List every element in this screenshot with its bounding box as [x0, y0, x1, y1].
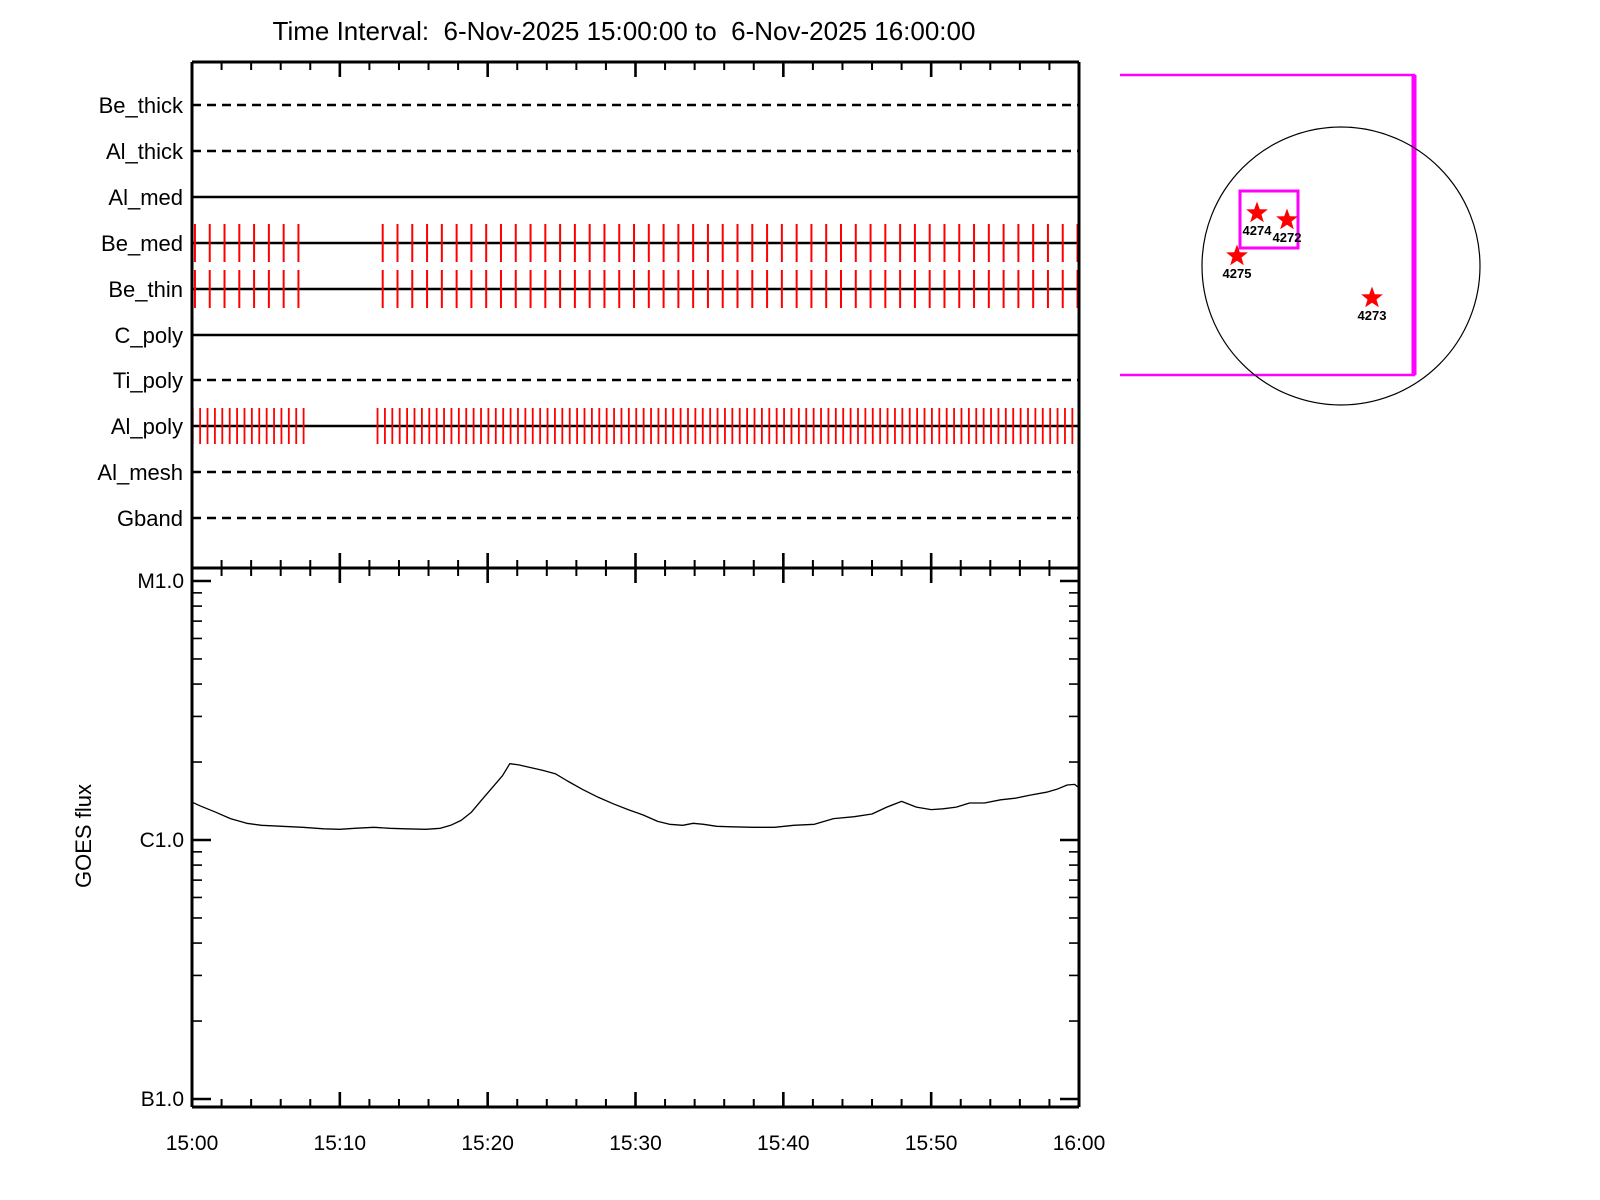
- plot-svg: Time Interval: 6-Nov-2025 15:00:00 to 6-…: [71, 16, 1481, 1155]
- active-region-4275: 4275: [1223, 244, 1252, 281]
- goes-y-axis: M1.0 C1.0 B1.0: [137, 570, 1079, 1111]
- goes-flux-curve: [191, 763, 1080, 830]
- filter-row-label: Al_thick: [106, 139, 184, 164]
- x-tick-label: 16:00: [1053, 1132, 1106, 1155]
- filter-row-C_poly: C_poly: [115, 323, 1079, 348]
- active-region-label-4272: 4272: [1273, 230, 1302, 245]
- filter-row-Be_thick: Be_thick: [99, 93, 1079, 118]
- x-tick-label: 15:20: [461, 1132, 514, 1155]
- filter-timeline-panel: Be_thick Al_thick Al_med Be_med Be_thin C_pol…: [97, 93, 1079, 531]
- filter-row-Al_mesh: Al_mesh: [97, 460, 1079, 485]
- goes-y-tick-label: M1.0: [137, 570, 184, 593]
- active-region-star-4272: [1276, 208, 1298, 230]
- solar-disk-inset: 4274 4272 4275 4273: [1120, 73, 1481, 406]
- filter-row-label: Al_poly: [111, 414, 183, 439]
- filter-row-Al_med: Al_med: [108, 185, 1079, 210]
- x-tick-label: 15:00: [166, 1132, 219, 1155]
- filter-row-label: Ti_poly: [113, 368, 183, 393]
- filter-row-label: Be_thick: [99, 93, 184, 118]
- panel-frames: [190, 60, 1081, 1109]
- goes-y-tick-label: B1.0: [141, 1088, 184, 1111]
- x-axis-labels: 15:00 15:10 15:20 15:30 15:40 15:50 16:00: [166, 1132, 1106, 1155]
- filter-row-label: C_poly: [115, 323, 183, 348]
- xrt-goes-timeline-screenshot: Time Interval: 6-Nov-2025 15:00:00 to 6-…: [0, 0, 1600, 1200]
- page-title: Time Interval: 6-Nov-2025 15:00:00 to 6-…: [273, 16, 976, 46]
- goes-y-tick-label: C1.0: [140, 829, 184, 852]
- goes-y-axis-title: GOES flux: [71, 784, 96, 888]
- filter-row-Ti_poly: Ti_poly: [113, 368, 1079, 393]
- filter-row-Gband: Gband: [117, 506, 1079, 531]
- active-region-4273: 4273: [1358, 286, 1387, 323]
- x-tick-label: 15:40: [757, 1132, 810, 1155]
- filter-row-label: Gband: [117, 506, 183, 531]
- x-tick-label: 15:50: [905, 1132, 958, 1155]
- filter-row-label: Al_med: [108, 185, 183, 210]
- active-region-star-4273: [1361, 286, 1383, 308]
- time-axis-ticks: [190, 62, 1081, 1107]
- active-region-label-4273: 4273: [1358, 308, 1387, 323]
- filter-row-label: Be_thin: [108, 277, 183, 302]
- generated-plot-content: Be_thick Al_thick Al_med Be_med Be_thin C_pol…: [97, 60, 1481, 1155]
- filter-row-Al_thick: Al_thick: [106, 139, 1079, 164]
- filter-row-label: Al_mesh: [97, 460, 183, 485]
- x-tick-label: 15:10: [314, 1132, 367, 1155]
- x-tick-label: 15:30: [609, 1132, 662, 1155]
- filter-row-Be_med: Be_med: [101, 224, 1079, 262]
- active-region-4274: 4274: [1243, 201, 1273, 238]
- active-region-label-4274: 4274: [1243, 223, 1273, 238]
- active-region-star-4274: [1246, 201, 1268, 223]
- filter-row-Be_thin: Be_thin: [108, 270, 1079, 308]
- active-region-label-4275: 4275: [1223, 266, 1252, 281]
- filter-row-label: Be_med: [101, 231, 183, 256]
- filter-row-Al_poly: Al_poly: [111, 408, 1079, 444]
